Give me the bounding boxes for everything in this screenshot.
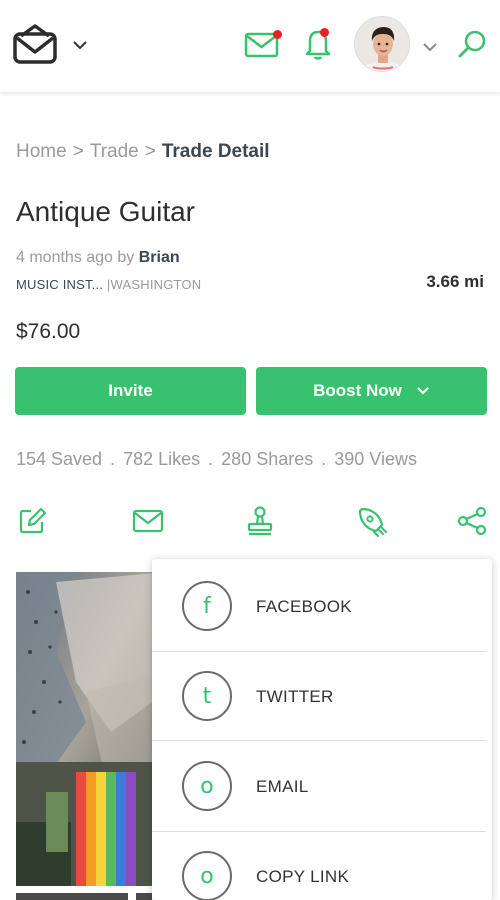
share-email[interactable]: o EMAIL [152,741,492,831]
share-copy-link[interactable]: o COPY LINK [152,831,492,900]
stats-row: 154 Saved. 782 Likes. 280 Shares. 390 Views [16,449,417,470]
stats-separator: . [208,449,214,469]
stamp-icon [245,505,275,542]
email-icon: o [182,761,232,811]
stats-separator: . [110,449,116,469]
unread-badge [273,30,282,39]
edit-icon [17,506,47,541]
chevron-down-icon [72,38,88,56]
envelope-icon [132,507,164,540]
share-email-label: EMAIL [256,777,309,796]
breadcrumb: Home > Trade > Trade Detail [16,141,270,163]
avatar[interactable] [354,16,410,72]
location-label: WASHINGTON [110,277,202,292]
listing-photo[interactable] [16,572,166,886]
twitter-icon: t [182,671,232,721]
stamp-button[interactable] [242,505,278,541]
boost-button[interactable] [354,505,390,541]
breadcrumb-home[interactable]: Home [16,141,67,162]
search-icon [457,29,487,64]
share-icon [456,505,488,542]
price-label: $76.00 [16,320,81,343]
category-label[interactable]: MUSIC INST... [16,277,103,292]
stats-separator: . [321,449,327,469]
category-location: MUSIC INST... |WASHINGTON [16,277,201,292]
likes-count: 782 Likes [123,449,201,469]
shares-count: 280 Shares [221,449,314,469]
notification-badge [320,28,329,37]
saved-count: 154 Saved [16,449,103,469]
search-button[interactable] [455,29,489,63]
posted-info: 4 months ago by Brian [16,249,180,267]
logo-menu[interactable] [12,22,92,66]
invite-button[interactable]: Invite [15,367,246,415]
breadcrumb-separator: > [72,141,84,162]
notifications-button[interactable] [298,26,338,66]
edit-button[interactable] [14,505,50,541]
share-button[interactable] [454,505,490,541]
invite-label: Invite [108,381,153,400]
share-twitter-label: TWITTER [256,687,334,706]
share-twitter[interactable]: t TWITTER [152,651,492,741]
bell-icon [302,27,334,66]
photo-thumbnail[interactable] [136,893,152,900]
facebook-icon: f [182,581,232,631]
breadcrumb-trade[interactable]: Trade [90,141,139,162]
boost-label: Boost Now [313,381,402,400]
shopping-bag-icon [12,22,60,71]
breadcrumb-current: Trade Detail [161,141,270,162]
distance-label: 3.66 mi [426,272,484,291]
chevron-down-icon [416,386,430,396]
rocket-icon [356,505,388,542]
share-facebook-label: FACEBOOK [256,597,352,616]
profile-menu-chevron-icon[interactable] [422,40,438,58]
author-link[interactable]: Brian [139,249,180,266]
link-icon: o [182,851,232,900]
share-facebook[interactable]: f FACEBOOK [152,561,492,651]
share-copy-link-label: COPY LINK [256,867,350,886]
posted-time: 4 months ago by [16,249,135,266]
breadcrumb-separator: > [144,141,156,162]
boost-now-button[interactable]: Boost Now [256,367,487,415]
messages-button[interactable] [242,28,282,64]
message-seller-button[interactable] [130,505,166,541]
photo-thumbnail[interactable] [16,893,128,900]
page-title: Antique Guitar [16,196,195,227]
share-menu: f FACEBOOK t TWITTER o EMAIL o COPY LINK [152,559,492,900]
views-count: 390 Views [334,449,417,469]
app-header [0,0,500,92]
